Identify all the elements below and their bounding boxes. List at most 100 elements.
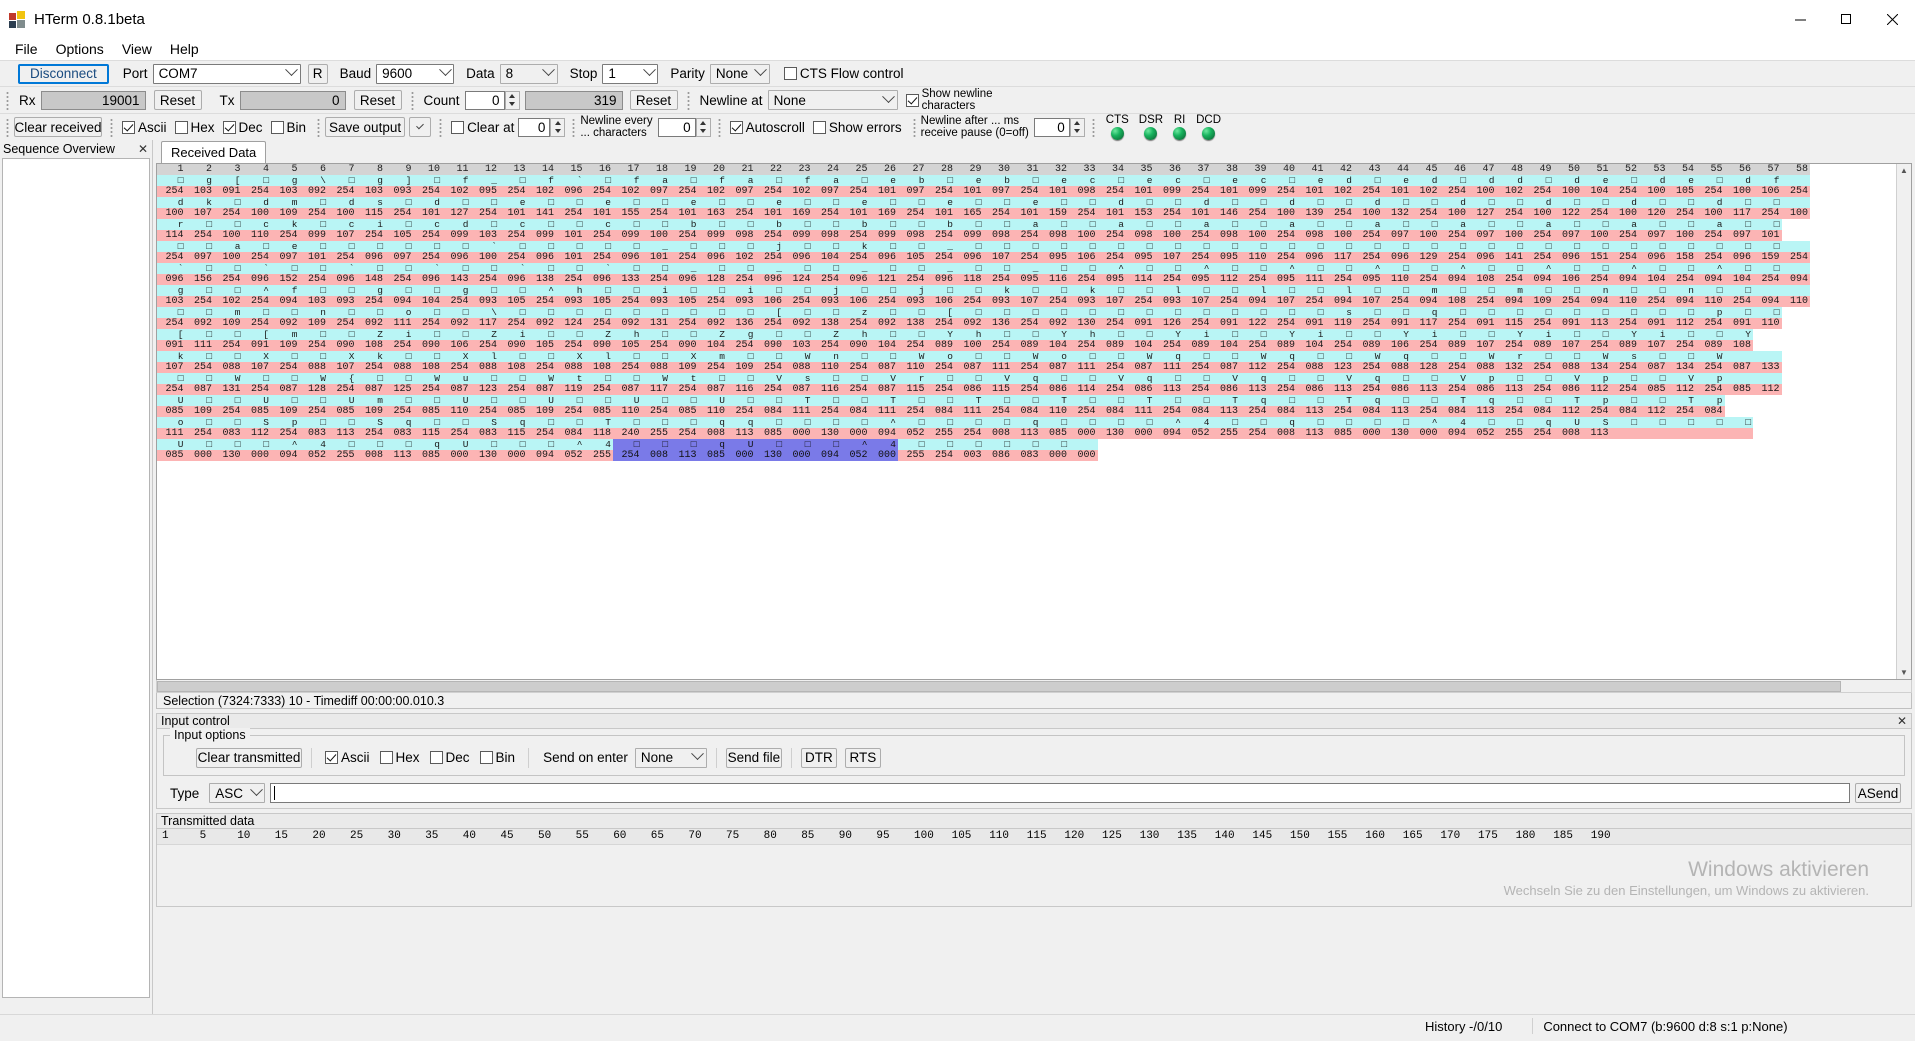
ascii-cell[interactable]: □ xyxy=(1183,285,1212,296)
ascii-cell[interactable]: □ xyxy=(299,351,328,362)
dec-cell[interactable]: 099 xyxy=(527,230,556,241)
ascii-cell[interactable]: □ xyxy=(527,241,556,252)
ascii-cell[interactable]: □ xyxy=(670,307,699,318)
dec-cell[interactable]: 095 xyxy=(1012,274,1041,285)
dec-cell[interactable]: 094 xyxy=(271,296,300,307)
dec-cell[interactable]: 254 xyxy=(1525,252,1554,263)
dec-cell[interactable]: 254 xyxy=(1183,318,1212,329)
dec-cell[interactable]: 084 xyxy=(1097,406,1126,417)
dec-cell[interactable]: 098 xyxy=(727,230,756,241)
ascii-cell[interactable]: l xyxy=(1325,285,1354,296)
dec-cell[interactable]: 254 xyxy=(584,252,613,263)
ascii-cell[interactable]: □ xyxy=(1411,395,1440,406)
ascii-cell[interactable]: □ xyxy=(442,329,471,340)
ascii-cell[interactable]: □ xyxy=(470,285,499,296)
ascii-cell[interactable]: i xyxy=(499,329,528,340)
ascii-cell[interactable]: □ xyxy=(1325,241,1354,252)
ascii-cell[interactable]: { xyxy=(328,373,357,384)
ascii-cell[interactable]: d xyxy=(1268,197,1297,208)
dec-cell[interactable]: 254 xyxy=(584,384,613,395)
ascii-cell[interactable]: □ xyxy=(1639,395,1668,406)
dec-cell[interactable]: 098 xyxy=(1069,186,1098,197)
dec-cell[interactable]: 130 xyxy=(812,428,841,439)
ascii-cell[interactable]: □ xyxy=(1496,219,1525,230)
ascii-cell[interactable]: □ xyxy=(1496,241,1525,252)
ascii-cell[interactable]: □ xyxy=(955,263,984,274)
clear-transmitted-button[interactable]: Clear transmitted xyxy=(196,747,302,768)
dec-cell[interactable]: 096 xyxy=(1382,252,1411,263)
dec-cell[interactable]: 100 xyxy=(1610,208,1639,219)
dec-cell[interactable]: 000 xyxy=(784,450,813,461)
clear-at-input[interactable]: 0 xyxy=(518,117,551,137)
ascii-cell[interactable]: T xyxy=(869,395,898,406)
ascii-cell[interactable]: □ xyxy=(1639,351,1668,362)
dec-cell[interactable]: 254 xyxy=(1525,384,1554,395)
ascii-cell[interactable]: □ xyxy=(1154,219,1183,230)
ascii-cell[interactable]: □ xyxy=(812,439,841,450)
ascii-cell[interactable]: m xyxy=(1411,285,1440,296)
dec-cell[interactable]: 096 xyxy=(1468,252,1497,263)
ascii-cell[interactable]: □ xyxy=(1724,241,1753,252)
ascii-cell[interactable]: d xyxy=(1411,175,1440,186)
ascii-cell[interactable]: □ xyxy=(527,329,556,340)
ascii-cell[interactable]: T xyxy=(955,395,984,406)
dec-cell[interactable]: 084 xyxy=(1696,406,1725,417)
ascii-cell[interactable]: T xyxy=(1439,395,1468,406)
dec-cell[interactable]: 085 xyxy=(584,406,613,417)
ascii-cell[interactable] xyxy=(1781,285,1810,296)
dec-cell[interactable]: 093 xyxy=(385,186,414,197)
ascii-cell[interactable]: □ xyxy=(926,373,955,384)
dec-cell[interactable]: 089 xyxy=(1354,340,1383,351)
hex-dump-dec-row[interactable]: 091 111 254 091 109 254 090 108 254 090 106 254 090 1… xyxy=(157,340,1896,351)
ascii-cell[interactable]: d xyxy=(1525,197,1554,208)
ascii-cell[interactable]: q xyxy=(1525,417,1554,428)
ascii-cell[interactable]: □ xyxy=(1211,197,1240,208)
dec-cell[interactable]: 094 xyxy=(385,296,414,307)
dec-cell[interactable]: 113 xyxy=(1297,428,1326,439)
dec-cell[interactable]: 085 xyxy=(1639,384,1668,395)
ascii-cell[interactable]: □ xyxy=(1553,241,1582,252)
dec-cell[interactable]: 108 xyxy=(499,362,528,373)
ascii-cell[interactable]: □ xyxy=(1639,373,1668,384)
dec-cell[interactable]: 131 xyxy=(214,384,243,395)
dec-cell[interactable]: 101 xyxy=(670,208,699,219)
dec-cell[interactable]: 165 xyxy=(955,208,984,219)
dec-cell[interactable]: 254 xyxy=(385,208,414,219)
ascii-cell[interactable]: □ xyxy=(1325,263,1354,274)
ascii-cell[interactable]: □ xyxy=(1297,351,1326,362)
dec-cell[interactable]: 158 xyxy=(1667,252,1696,263)
received-horizontal-scrollbar[interactable] xyxy=(156,680,1912,693)
ascii-cell[interactable]: h xyxy=(613,329,642,340)
ascii-cell[interactable]: □ xyxy=(328,285,357,296)
dec-cell[interactable]: 113 xyxy=(1496,384,1525,395)
ascii-cell[interactable]: □ xyxy=(1211,241,1240,252)
ascii-cell[interactable]: □ xyxy=(670,395,699,406)
dec-cell[interactable]: 254 xyxy=(926,252,955,263)
ascii-cell[interactable]: □ xyxy=(356,307,385,318)
ascii-cell[interactable]: □ xyxy=(1154,395,1183,406)
dec-cell[interactable]: 254 xyxy=(499,252,528,263)
dec-cell[interactable]: 089 xyxy=(926,340,955,351)
ascii-cell[interactable]: □ xyxy=(1468,197,1497,208)
ascii-cell[interactable]: Y xyxy=(1268,329,1297,340)
dec-cell[interactable]: 088 xyxy=(214,362,243,373)
ascii-cell[interactable]: □ xyxy=(1553,351,1582,362)
ascii-cell[interactable]: □ xyxy=(1354,175,1383,186)
dec-cell[interactable]: 254 xyxy=(1496,406,1525,417)
dec-cell[interactable]: 096 xyxy=(613,252,642,263)
dec-cell[interactable]: 112 xyxy=(1553,406,1582,417)
ascii-cell[interactable]: □ xyxy=(812,241,841,252)
drag-grip[interactable] xyxy=(571,117,578,137)
ascii-cell[interactable]: □ xyxy=(1012,439,1041,450)
ascii-cell[interactable]: Z xyxy=(812,329,841,340)
ascii-cell[interactable]: □ xyxy=(1582,329,1611,340)
dec-cell[interactable]: 254 xyxy=(812,340,841,351)
ascii-cell[interactable]: □ xyxy=(1069,417,1098,428)
dec-cell[interactable]: 100 xyxy=(328,208,357,219)
dec-cell[interactable]: 097 xyxy=(641,186,670,197)
ascii-cell[interactable]: a xyxy=(1610,219,1639,230)
dec-cell[interactable]: 110 xyxy=(242,230,271,241)
ascii-cell[interactable]: d xyxy=(1439,197,1468,208)
ascii-cell[interactable]: i xyxy=(1183,329,1212,340)
dec-cell[interactable]: 008 xyxy=(1268,428,1297,439)
